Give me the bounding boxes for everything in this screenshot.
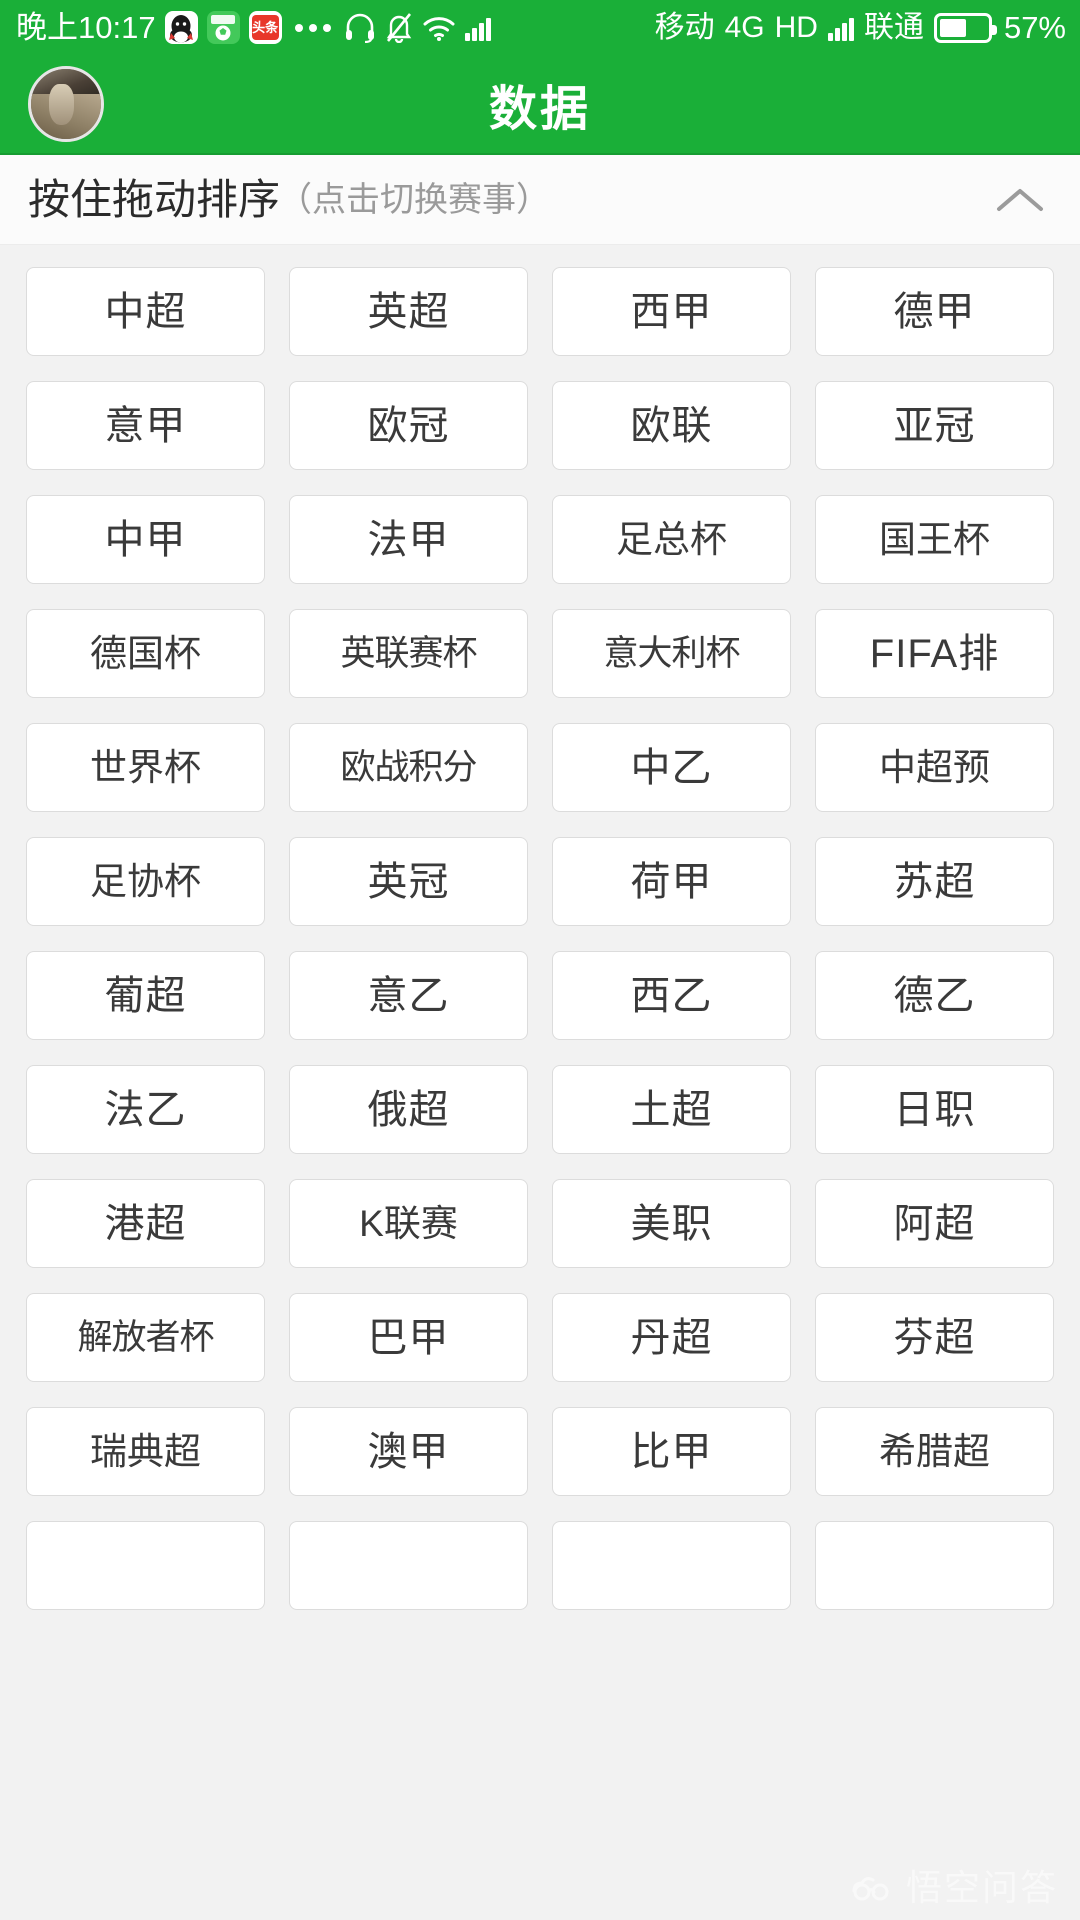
network-type: 4G <box>724 10 765 44</box>
league-tile[interactable]: 中乙 <box>552 723 791 812</box>
toutiao-label: 头条 <box>251 15 279 40</box>
league-tile[interactable]: 澳甲 <box>289 1407 528 1496</box>
bell-muted-icon <box>385 12 413 43</box>
league-tile[interactable]: 西乙 <box>552 951 791 1040</box>
more-dots-icon <box>294 23 331 32</box>
soccer-app-icon <box>206 11 240 44</box>
league-tile[interactable]: 德国杯 <box>26 609 265 698</box>
status-bar: 晚上10:17 头条 移动 4G HD 联通 57% <box>0 0 1080 55</box>
league-tile[interactable]: 欧冠 <box>289 381 528 470</box>
chevron-up-icon[interactable] <box>990 170 1050 230</box>
league-tile[interactable]: 港超 <box>26 1179 265 1268</box>
league-tile[interactable]: 意甲 <box>26 381 265 470</box>
league-tile[interactable]: 葡超 <box>26 951 265 1040</box>
league-tile[interactable]: 足总杯 <box>552 495 791 584</box>
league-tile[interactable]: 英联赛杯 <box>289 609 528 698</box>
battery-percent: 57% <box>1003 10 1066 45</box>
league-tile[interactable]: 中超预 <box>815 723 1054 812</box>
toutiao-icon: 头条 <box>248 11 282 44</box>
league-tile[interactable]: 荷甲 <box>552 837 791 926</box>
league-grid-container: 中超 英超 西甲 德甲意甲 欧冠 欧联 亚冠中甲 法甲 足总杯 国王杯德国杯 英联赛杯 意大利杯 FIF… <box>0 245 1080 1920</box>
app-header: 数据 <box>0 55 1080 155</box>
watermark: 悟空问答 <box>850 1870 1058 1906</box>
league-tile[interactable]: 西甲 <box>552 267 791 356</box>
league-tile[interactable]: 法乙 <box>26 1065 265 1154</box>
league-tile[interactable] <box>552 1521 791 1610</box>
signal-bars-secondary-icon <box>827 15 854 41</box>
league-tile[interactable]: 意乙 <box>289 951 528 1040</box>
hd-indicator: HD <box>774 10 818 44</box>
league-tile[interactable]: 瑞典超 <box>26 1407 265 1496</box>
league-tile[interactable]: 阿超 <box>815 1179 1054 1268</box>
league-tile[interactable]: 俄超 <box>289 1065 528 1154</box>
status-time: 晚上10:17 <box>16 10 156 45</box>
league-tile[interactable]: 英冠 <box>289 837 528 926</box>
league-tile[interactable]: 世界杯 <box>26 723 265 812</box>
carrier-primary: 移动 <box>654 10 715 44</box>
league-tile[interactable]: 中超 <box>26 267 265 356</box>
status-bar-right: 移动 4G HD 联通 57% <box>655 12 1066 43</box>
league-tile[interactable]: 巴甲 <box>289 1293 528 1382</box>
sort-hint-sub: （点击切换赛事） <box>278 180 551 219</box>
league-tile[interactable]: 国王杯 <box>815 495 1054 584</box>
league-tile[interactable]: 芬超 <box>815 1293 1054 1382</box>
wukong-cloud-logo <box>850 1871 896 1905</box>
league-tile[interactable]: K联赛 <box>289 1179 528 1268</box>
sort-hint-main: 按住拖动排序 <box>28 175 281 223</box>
watermark-text: 悟空问答 <box>905 1867 1058 1908</box>
league-grid: 中超 英超 西甲 德甲意甲 欧冠 欧联 亚冠中甲 法甲 足总杯 国王杯德国杯 英联赛杯 意大利杯 FIF… <box>26 267 1054 1610</box>
league-tile[interactable]: 日职 <box>815 1065 1054 1154</box>
signal-bars-icon <box>464 15 491 41</box>
league-tile[interactable]: 比甲 <box>552 1407 791 1496</box>
league-tile[interactable]: 美职 <box>552 1179 791 1268</box>
league-tile[interactable]: 英超 <box>289 267 528 356</box>
league-tile[interactable] <box>289 1521 528 1610</box>
battery-icon <box>933 12 997 43</box>
league-tile[interactable]: 意大利杯 <box>552 609 791 698</box>
league-tile[interactable]: 欧战积分 <box>289 723 528 812</box>
avatar[interactable] <box>28 66 104 142</box>
league-tile[interactable]: 足协杯 <box>26 837 265 926</box>
league-tile[interactable]: 解放者杯 <box>26 1293 265 1382</box>
wifi-icon <box>422 14 456 42</box>
carrier-secondary: 联通 <box>863 10 924 44</box>
league-tile[interactable]: 丹超 <box>552 1293 791 1382</box>
league-tile[interactable]: 亚冠 <box>815 381 1054 470</box>
qq-icon <box>164 11 198 44</box>
league-tile[interactable]: 希腊超 <box>815 1407 1054 1496</box>
status-bar-left: 晚上10:17 头条 <box>16 11 491 44</box>
league-tile[interactable]: 中甲 <box>26 495 265 584</box>
league-tile[interactable]: 苏超 <box>815 837 1054 926</box>
headset-icon <box>344 13 376 43</box>
league-tile[interactable]: FIFA排 <box>815 609 1054 698</box>
league-tile[interactable]: 德甲 <box>815 267 1054 356</box>
sort-hint-bar[interactable]: 按住拖动排序 （点击切换赛事） <box>0 155 1080 245</box>
league-tile[interactable]: 欧联 <box>552 381 791 470</box>
page-title: 数据 <box>488 83 591 136</box>
league-tile[interactable] <box>815 1521 1054 1610</box>
league-tile[interactable]: 德乙 <box>815 951 1054 1040</box>
league-tile[interactable] <box>26 1521 265 1610</box>
league-tile[interactable]: 土超 <box>552 1065 791 1154</box>
league-tile[interactable]: 法甲 <box>289 495 528 584</box>
